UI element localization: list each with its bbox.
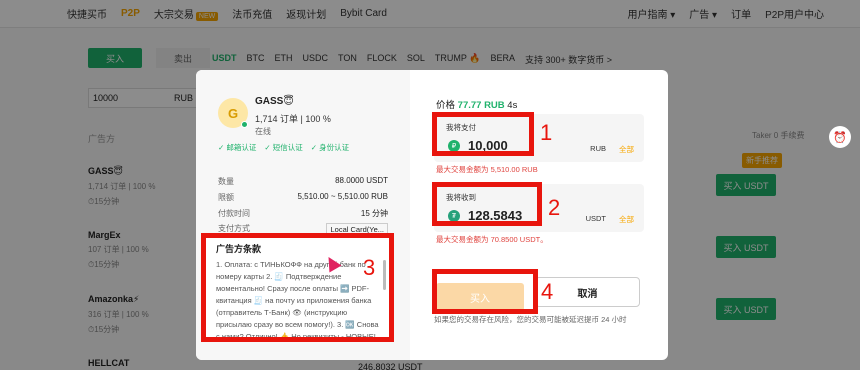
pay-error: 最大交易金额为 5,510.00 RUB bbox=[436, 165, 538, 174]
receive-currency: USDT bbox=[585, 214, 606, 223]
id-verified-badge: ✓ 身份认证 bbox=[310, 143, 350, 152]
receive-error: 最大交易金额为 70.8500 USDT。 bbox=[436, 235, 548, 244]
annotation-box-1 bbox=[432, 112, 534, 156]
advertiser-name[interactable]: GASS😇 bbox=[255, 96, 294, 107]
alarm-icon[interactable]: ⏰ bbox=[829, 126, 851, 148]
detail-limit: 限额 5,510.00 ~ 5,510.00 RUB bbox=[218, 192, 388, 203]
detail-value: 88.0000 USDT bbox=[335, 176, 388, 185]
price-timer: 4s bbox=[507, 100, 518, 111]
detail-value: 5,510.00 ~ 5,510.00 RUB bbox=[297, 192, 388, 201]
verification-badges: ✓ 邮箱认证 ✓ 短信认证 ✓ 身份认证 bbox=[218, 142, 349, 153]
online-status: 在线 bbox=[255, 127, 271, 136]
detail-quantity: 数量 88.0000 USDT bbox=[218, 176, 388, 187]
risk-note: 如果您的交易存在风险，您的交易可能被延迟提币 24 小时 bbox=[434, 315, 627, 324]
annotation-label-3: 3 bbox=[363, 255, 376, 280]
avatar-letter: G bbox=[227, 105, 239, 121]
email-verified-badge: ✓ 邮箱认证 bbox=[218, 143, 257, 152]
annotation-label-4: 4 bbox=[541, 279, 554, 304]
pay-all-button[interactable]: 全部 bbox=[619, 144, 634, 155]
pay-currency: RUB bbox=[590, 144, 606, 153]
advertiser-stats: 1,714 订单 | 100 % bbox=[255, 114, 331, 124]
receive-all-button[interactable]: 全部 bbox=[619, 214, 634, 225]
detail-key: 数量 bbox=[218, 177, 234, 186]
price-value: 77.77 RUB bbox=[457, 100, 505, 111]
annotation-label-2: 2 bbox=[548, 195, 561, 220]
detail-key: 付款时间 bbox=[218, 209, 250, 218]
annotation-box-3 bbox=[201, 233, 394, 342]
detail-pay-time: 付款时间 15 分钟 bbox=[218, 208, 388, 219]
annotation-box-2 bbox=[432, 182, 542, 226]
annotation-box-4 bbox=[432, 269, 538, 314]
detail-value: 15 分钟 bbox=[360, 209, 388, 218]
avatar: G bbox=[218, 98, 248, 128]
price-row: 价格 77.77 RUB 4s bbox=[436, 97, 517, 111]
sms-verified-badge: ✓ 短信认证 bbox=[264, 143, 303, 152]
online-dot-icon bbox=[241, 121, 248, 128]
annotation-label-1: 1 bbox=[540, 120, 553, 145]
price-label: 价格 bbox=[436, 100, 456, 111]
detail-key: 限额 bbox=[218, 193, 234, 202]
